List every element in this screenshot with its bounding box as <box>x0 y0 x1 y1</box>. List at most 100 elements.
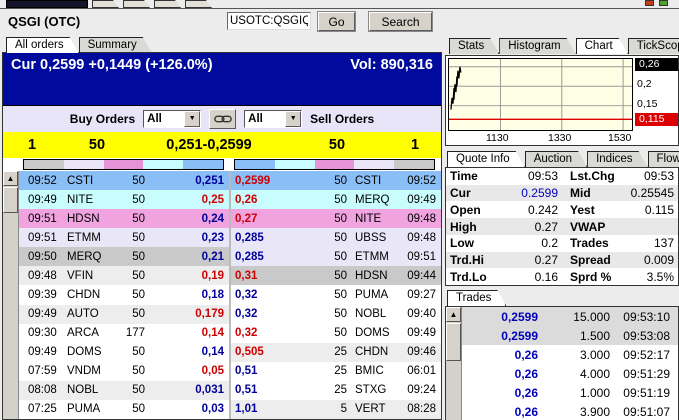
tab-chart[interactable]: Chart <box>576 38 628 54</box>
window-tab[interactable] <box>154 0 181 8</box>
symbol-search-input[interactable] <box>227 12 311 30</box>
bid-row[interactable]: 09:51 HDSN 50 0,24 <box>19 209 229 228</box>
ask-row[interactable]: 0,285 50 ETMM 09:51 <box>231 247 441 266</box>
bid-row[interactable]: 09:52 CSTI 50 0,251 <box>19 171 229 190</box>
quote-info-table: Time 09:53 Lst.Chg 09:53 Cur 0.2599 Mid … <box>445 167 679 286</box>
x-axis-tick: 1330 <box>548 132 571 144</box>
ask-size: 50 <box>287 251 355 263</box>
order-book-panel: Cur 0,2599 +0,1449 (+126.0%) Vol: 890,31… <box>2 52 442 420</box>
ask-size: 25 <box>287 384 355 396</box>
ask-row[interactable]: 0,51 25 BMIC 06:01 <box>231 362 441 381</box>
chevron-down-icon[interactable]: ▼ <box>184 111 200 127</box>
bid-row[interactable]: 07:25 PUMA 50 0,03 <box>19 400 229 419</box>
ask-row[interactable]: 0,2599 50 CSTI 09:52 <box>231 171 441 190</box>
trade-price: 0,26 <box>462 386 538 400</box>
window-tab-active[interactable] <box>6 0 88 8</box>
ask-row[interactable]: 0,26 50 MERQ 09:49 <box>231 190 441 209</box>
depth-segment <box>315 160 355 169</box>
bid-row[interactable]: 09:49 DOMS 50 0,14 <box>19 343 229 362</box>
chart-plot-area <box>448 58 633 131</box>
tab-flow[interactable]: Flow <box>648 151 679 167</box>
ask-price: 0,51 <box>231 365 287 377</box>
quote-info-row: Cur 0.2599 Mid 0.25545 <box>446 185 678 202</box>
go-button[interactable]: Go <box>318 12 355 31</box>
depth-segment <box>354 160 394 169</box>
bid-market-maker: ETMM <box>57 232 109 244</box>
chart-tab-bar: Stats Histogram Chart TickScope <box>445 38 679 54</box>
trade-time: 09:53:10 <box>610 310 678 324</box>
quote-info-value: 3.5% <box>624 270 674 284</box>
trade-size: 1.000 <box>538 386 610 400</box>
ask-market-maker: NOBL <box>355 308 399 320</box>
tab-trades[interactable]: Trades <box>447 290 506 306</box>
scrollbar-thumb[interactable] <box>446 323 461 361</box>
tab-histogram[interactable]: Histogram <box>499 38 575 54</box>
quote-info-row: Time 09:53 Lst.Chg 09:53 <box>446 168 678 185</box>
book-scrollbar[interactable]: ▲ <box>3 171 19 419</box>
intraday-chart: 0,26 0,2 0,15 0,115 1130 1330 1530 <box>445 55 679 146</box>
bid-size: 50 <box>109 403 171 415</box>
depth-segment <box>24 160 64 169</box>
ask-row[interactable]: 0,27 50 NITE 09:48 <box>231 209 441 228</box>
trades-tab-bar: Trades <box>445 290 679 306</box>
bid-size: 50 <box>109 251 171 263</box>
scroll-up-icon[interactable]: ▲ <box>3 171 18 186</box>
ask-time: 08:28 <box>399 403 441 415</box>
tab-summary[interactable]: Summary <box>79 37 152 53</box>
ask-row[interactable]: 0,32 50 DOMS 09:49 <box>231 324 441 343</box>
trade-time: 09:51:19 <box>610 386 678 400</box>
window-tab[interactable] <box>92 0 119 8</box>
bid-row[interactable]: 09:51 ETMM 50 0,23 <box>19 228 229 247</box>
bid-price: 0,03 <box>171 403 229 415</box>
ask-size: 50 <box>285 137 389 153</box>
chevron-down-icon[interactable]: ▼ <box>285 111 301 127</box>
bid-row[interactable]: 09:49 NITE 50 0,25 <box>19 190 229 209</box>
tab-tickscope[interactable]: TickScope <box>628 38 679 54</box>
quote-info-value: 0.115 <box>624 203 674 217</box>
quote-info-label: Open <box>450 203 496 217</box>
bid-time: 09:30 <box>19 327 57 339</box>
ask-row[interactable]: 1,01 5 VERT 08:28 <box>231 400 441 419</box>
bid-market-maker: MERQ <box>57 251 109 263</box>
buy-filter-select[interactable]: All ▼ <box>143 110 201 128</box>
bid-row[interactable]: 09:48 VFIN 50 0,19 <box>19 266 229 285</box>
bid-price: 0,251 <box>171 175 229 187</box>
ask-list: 0,2599 50 CSTI 09:52 0,26 50 MERQ 09:49 … <box>229 171 441 419</box>
ask-market-maker: CHDN <box>355 346 399 358</box>
search-button[interactable]: Search <box>369 12 432 31</box>
tab-indices[interactable]: Indices <box>587 151 647 167</box>
tab-stats[interactable]: Stats <box>449 38 499 54</box>
bid-time: 09:50 <box>19 251 57 263</box>
ask-market-maker: MERQ <box>355 194 399 206</box>
scroll-up-icon[interactable]: ▲ <box>446 307 461 322</box>
tab-all-orders[interactable]: All orders <box>6 37 79 53</box>
ask-time: 09:49 <box>399 327 441 339</box>
quote-info-row: Trd.Hi 0.27 Spread 0.009 <box>446 252 678 269</box>
bid-row[interactable]: 09:49 AUTO 50 0,179 <box>19 305 229 324</box>
bid-row[interactable]: 09:50 MERQ 50 0,21 <box>19 247 229 266</box>
bid-row[interactable]: 07:59 VNDM 50 0,05 <box>19 362 229 381</box>
trades-scrollbar[interactable]: ▲ <box>446 307 462 420</box>
symbol-header: QSGI (OTC) Go Search <box>0 10 443 36</box>
bid-row[interactable]: 09:30 ARCA 177 0,14 <box>19 324 229 343</box>
bid-market-maker: ARCA <box>57 327 109 339</box>
window-tab[interactable] <box>123 0 150 8</box>
quote-info-value: 0.009 <box>624 253 674 267</box>
ask-row[interactable]: 0,51 25 STXG 09:24 <box>231 381 441 400</box>
bid-row[interactable]: 08:08 NOBL 50 0,031 <box>19 381 229 400</box>
tab-auction[interactable]: Auction <box>525 151 587 167</box>
ask-price: 0,26 <box>231 194 287 206</box>
ask-row[interactable]: 0,285 50 UBSS 09:48 <box>231 228 441 247</box>
tab-quote-info[interactable]: Quote Info <box>447 151 525 167</box>
ask-row[interactable]: 0,32 50 PUMA 09:27 <box>231 285 441 304</box>
ask-row[interactable]: 0,31 50 HDSN 09:44 <box>231 266 441 285</box>
bid-row[interactable]: 09:39 CHDN 50 0,18 <box>19 285 229 304</box>
quote-info-label: Trd.Lo <box>450 270 496 284</box>
ask-row[interactable]: 0,505 25 CHDN 09:46 <box>231 343 441 362</box>
ask-row[interactable]: 0,32 50 NOBL 09:40 <box>231 305 441 324</box>
link-buy-sell-button[interactable] <box>209 109 236 129</box>
scrollbar-thumb[interactable] <box>3 187 18 213</box>
ask-time: 09:49 <box>399 194 441 206</box>
sell-filter-select[interactable]: All ▼ <box>244 110 302 128</box>
window-tab[interactable] <box>185 0 212 8</box>
